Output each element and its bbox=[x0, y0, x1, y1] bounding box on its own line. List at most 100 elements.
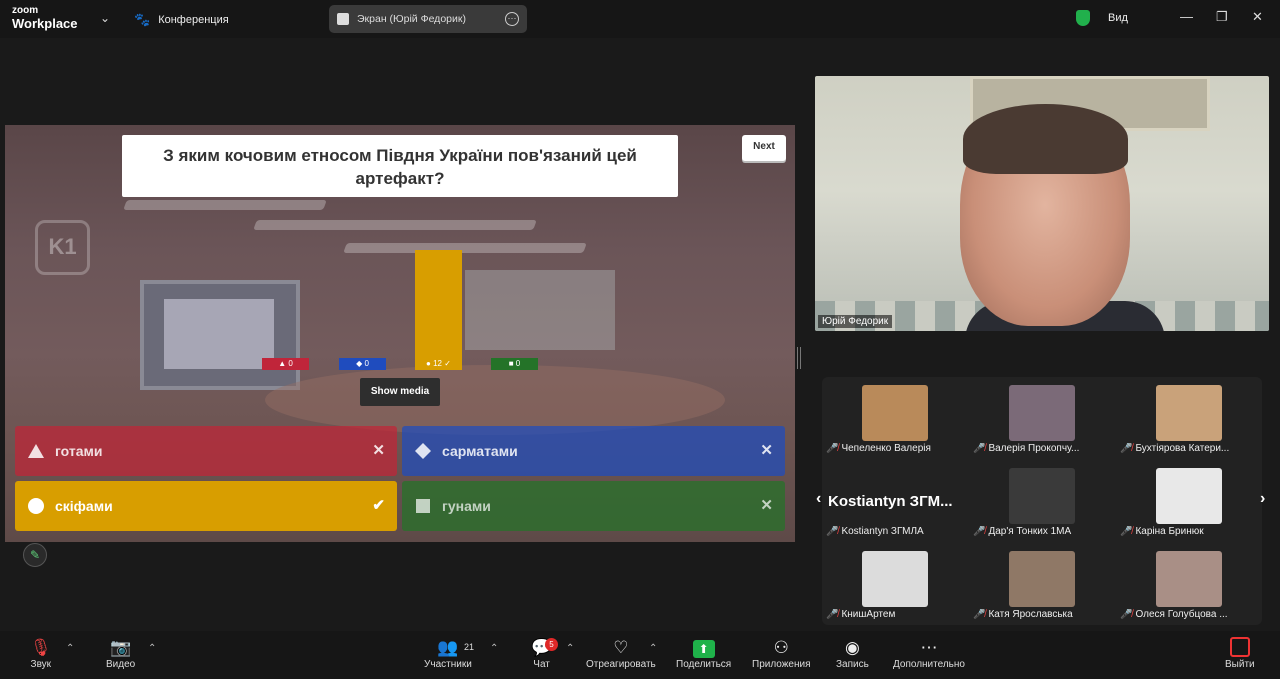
answer-text: готами bbox=[55, 443, 103, 459]
ceiling-light bbox=[343, 243, 587, 253]
k1-logo: K1 bbox=[35, 220, 90, 275]
apps-button[interactable]: ⚇ Приложения bbox=[752, 637, 811, 670]
zoom-logo: zoom Workplace bbox=[12, 6, 78, 32]
leave-icon bbox=[1229, 637, 1250, 657]
participant-tile[interactable]: 🎤̸ Катя Ярославська bbox=[969, 543, 1109, 623]
speaker-hair bbox=[963, 104, 1128, 174]
audio-button[interactable]: 🎙 Звук bbox=[30, 637, 52, 670]
gallery-next-icon[interactable]: › bbox=[1260, 490, 1265, 508]
mic-muted-icon: 🎤̸ bbox=[973, 526, 986, 537]
answer-text: скіфами bbox=[55, 498, 113, 514]
classroom-desk bbox=[265, 365, 725, 435]
minimize-icon[interactable]: — bbox=[1180, 9, 1193, 24]
security-shield-icon[interactable] bbox=[1076, 10, 1090, 26]
participant-name: Каріна Бринюк bbox=[1135, 526, 1204, 537]
answer-option[interactable]: готами ✕ bbox=[15, 426, 397, 476]
paw-icon: 🐾 bbox=[134, 12, 151, 27]
question-title: З яким кочовим етносом Півдня України по… bbox=[122, 135, 678, 197]
participant-tile[interactable]: 🎤̸ Олеся Голубцова ... bbox=[1116, 543, 1256, 623]
participant-tile[interactable]: 🎤̸ Чепеленко Валерія bbox=[822, 377, 962, 457]
react-caret-icon[interactable]: ⌃ bbox=[649, 643, 657, 654]
chevron-down-icon[interactable]: ⌄ bbox=[100, 11, 110, 25]
participant-avatar bbox=[1009, 551, 1075, 607]
mic-muted-icon: 🎤̸ bbox=[826, 526, 839, 537]
leave-label: Выйти bbox=[1225, 659, 1255, 670]
chat-unread-badge: 5 bbox=[545, 638, 558, 651]
react-button[interactable]: ♡ Отреагировать bbox=[586, 637, 656, 670]
gallery-prev-icon[interactable]: ‹ bbox=[816, 490, 821, 508]
participant-name: Бухтіярова Катери... bbox=[1135, 443, 1230, 454]
chat-label: Чат bbox=[533, 659, 550, 670]
result-bar-circle bbox=[415, 250, 462, 358]
logo-main-text: Workplace bbox=[12, 16, 78, 31]
mic-muted-icon: 🎤̸ bbox=[826, 609, 839, 620]
heart-icon: ♡ bbox=[613, 638, 629, 657]
split-divider-handle[interactable] bbox=[797, 347, 801, 369]
result-count-label: ● 12 ✓ bbox=[415, 358, 462, 370]
record-button[interactable]: ◉ Запись bbox=[836, 637, 869, 670]
mic-muted-icon: 🎤̸ bbox=[1120, 526, 1133, 537]
title-bar: zoom Workplace ⌄ 🐾 Конференция Экран (Юр… bbox=[0, 0, 1280, 38]
video-button[interactable]: 📷 Видео bbox=[106, 637, 135, 670]
mic-muted-icon: 🎤̸ bbox=[1120, 443, 1133, 454]
correct-check-icon: ✔ bbox=[372, 497, 385, 514]
share-screen-icon: ⬆ bbox=[692, 640, 715, 658]
participant-tile[interactable]: 🎤̸ Дар'я Тонких 1МА bbox=[969, 460, 1109, 540]
participant-tile[interactable]: Kostiantyn ЗГМ... 🎤̸ Kostiantyn ЗГМЛА bbox=[822, 460, 962, 540]
view-button[interactable]: Вид bbox=[1108, 12, 1128, 24]
incorrect-icon: ✕ bbox=[760, 442, 773, 459]
square-icon bbox=[414, 497, 432, 515]
participant-tile[interactable]: 🎤̸ КнишАртем bbox=[822, 543, 962, 623]
participant-tile[interactable]: 🎤̸ Валерія Прокопчу... bbox=[969, 377, 1109, 457]
answer-text: сарматами bbox=[442, 443, 518, 459]
participant-name-placeholder: Kostiantyn ЗГМ... bbox=[828, 493, 953, 510]
participant-avatar bbox=[1009, 468, 1075, 524]
close-icon[interactable]: ✕ bbox=[1252, 9, 1263, 25]
participant-tile[interactable]: 🎤̸ Бухтіярова Катери... bbox=[1116, 377, 1256, 457]
answer-option-correct[interactable]: скіфами ✔ bbox=[15, 481, 397, 531]
more-label: Дополнительно bbox=[893, 659, 965, 670]
participant-name: Валерія Прокопчу... bbox=[988, 443, 1080, 454]
audio-options-caret-icon[interactable]: ⌃ bbox=[66, 643, 74, 654]
participants-caret-icon[interactable]: ⌃ bbox=[490, 643, 498, 654]
camera-off-icon: 📷 bbox=[110, 638, 132, 657]
meeting-info-button[interactable]: 🐾 Конференция bbox=[134, 12, 229, 28]
show-media-button[interactable]: Show media bbox=[360, 378, 440, 406]
more-options-icon[interactable]: ··· bbox=[505, 12, 519, 26]
participants-label: Участники bbox=[424, 659, 472, 670]
answer-option[interactable]: сарматами ✕ bbox=[402, 426, 785, 476]
share-button[interactable]: ⬆ Поделиться bbox=[676, 637, 731, 670]
screen-icon bbox=[337, 13, 349, 25]
mic-muted-icon: 🎤̸ bbox=[973, 609, 986, 620]
record-label: Запись bbox=[836, 659, 869, 670]
leave-button[interactable]: Выйти bbox=[1225, 637, 1255, 670]
more-button[interactable]: ⋯ Дополнительно bbox=[893, 637, 965, 670]
participant-avatar bbox=[862, 551, 928, 607]
annotate-pencil-icon[interactable]: ✎ bbox=[23, 543, 47, 567]
participant-name: КнишАртем bbox=[841, 609, 896, 620]
screen-share-indicator[interactable]: Экран (Юрій Федорик) ··· bbox=[329, 5, 527, 33]
ceiling-light bbox=[123, 200, 327, 210]
answer-text: гунами bbox=[442, 498, 491, 514]
result-count-label: ■ 0 bbox=[491, 358, 538, 370]
incorrect-icon: ✕ bbox=[760, 497, 773, 514]
result-count-label: ◆ 0 bbox=[339, 358, 386, 370]
participant-name: Kostiantyn ЗГМЛА bbox=[841, 526, 924, 537]
next-button[interactable]: Next bbox=[742, 135, 786, 161]
mic-muted-icon: 🎤̸ bbox=[1120, 609, 1133, 620]
video-options-caret-icon[interactable]: ⌃ bbox=[148, 643, 156, 654]
active-speaker-video[interactable]: Юрій Федорик bbox=[815, 76, 1269, 331]
mic-muted-icon: 🎤̸ bbox=[826, 443, 839, 454]
participant-avatar bbox=[1156, 468, 1222, 524]
mic-muted-icon: 🎤̸ bbox=[973, 443, 986, 454]
participant-tile[interactable]: 🎤̸ Каріна Бринюк bbox=[1116, 460, 1256, 540]
restore-icon[interactable]: ❐ bbox=[1216, 9, 1228, 25]
more-dots-icon: ⋯ bbox=[920, 638, 938, 657]
ceiling-light bbox=[253, 220, 537, 230]
participant-name: Олеся Голубцова ... bbox=[1135, 609, 1228, 620]
answer-option[interactable]: гунами ✕ bbox=[402, 481, 785, 531]
logo-small-text: zoom bbox=[12, 5, 39, 16]
chat-caret-icon[interactable]: ⌃ bbox=[566, 643, 574, 654]
participant-gallery: 🎤̸ Чепеленко Валерія 🎤̸ Валерія Прокопчу..… bbox=[816, 377, 1265, 625]
record-icon: ◉ bbox=[844, 638, 860, 657]
